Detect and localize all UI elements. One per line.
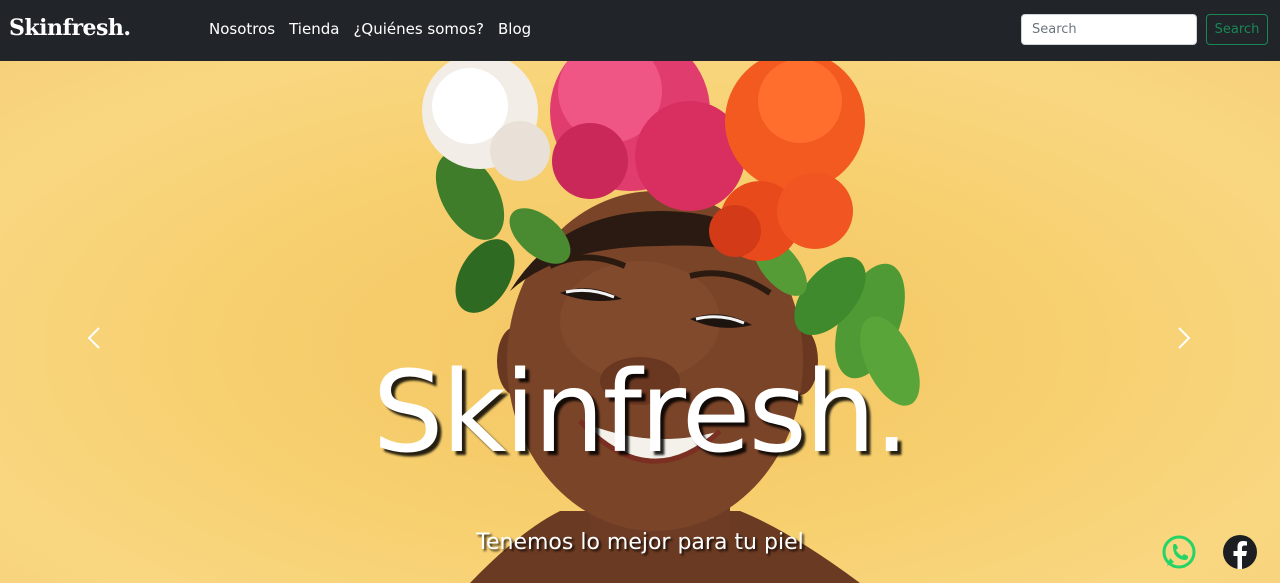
- whatsapp-icon[interactable]: [1161, 534, 1197, 570]
- facebook-icon[interactable]: [1222, 534, 1258, 570]
- nav-link-nosotros[interactable]: Nosotros: [209, 20, 275, 38]
- hero-carousel: Skinfresh. Tenemos lo mejor para tu piel: [0, 61, 1280, 583]
- navbar: Skinfresh. Nosotros Tienda ¿Quiénes somo…: [0, 0, 1280, 61]
- carousel-next-icon[interactable]: [1168, 323, 1198, 353]
- search-button[interactable]: Search: [1206, 14, 1268, 45]
- brand-logo[interactable]: Skinfresh.: [9, 15, 131, 41]
- nav-link-blog[interactable]: Blog: [498, 20, 531, 38]
- hero-photo: [422, 61, 920, 583]
- nav-link-quienes-somos[interactable]: ¿Quiénes somos?: [353, 20, 484, 38]
- hero-subtitle: Tenemos lo mejor para tu piel: [476, 530, 804, 555]
- search-input[interactable]: [1021, 14, 1197, 45]
- carousel-prev-icon[interactable]: [80, 323, 110, 353]
- nav-link-tienda[interactable]: Tienda: [289, 20, 339, 38]
- hero-title: Skinfresh.: [372, 348, 910, 478]
- nav-links: Nosotros Tienda ¿Quiénes somos? Blog: [209, 20, 531, 38]
